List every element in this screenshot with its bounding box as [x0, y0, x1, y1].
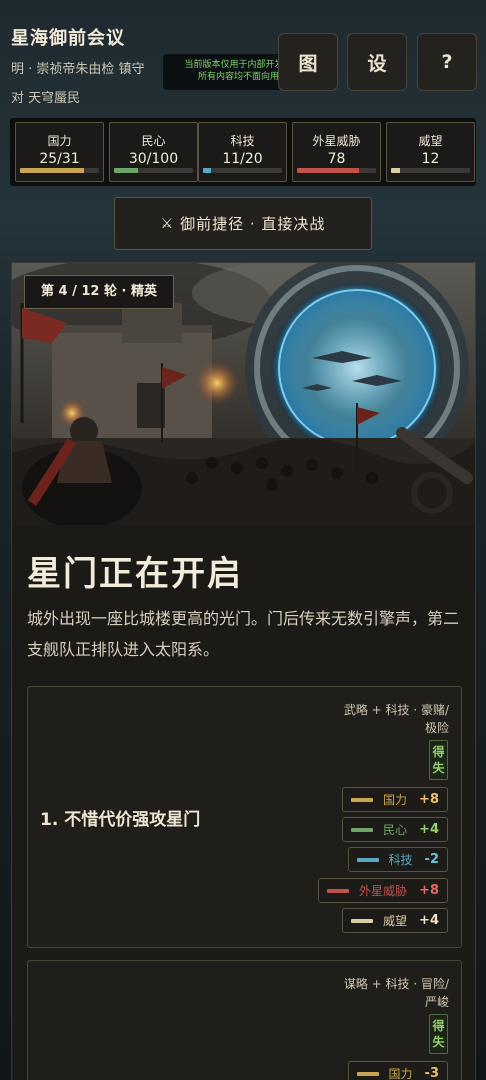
- effect-name: 科技: [388, 853, 413, 867]
- stat-label: 威望: [418, 134, 443, 148]
- event-card: 第 4 / 12 轮 · 精英 星门正在开启 城外出现一座比城楼更高的光门。门后…: [11, 262, 476, 1080]
- stat-fill: [20, 168, 84, 173]
- effect-swatch: [351, 827, 374, 832]
- option-tags: 谋略 + 科技 · 冒险/ 严峻: [319, 975, 449, 1011]
- stat-prestige: 威望 12: [386, 122, 475, 182]
- effect-delta: +8: [419, 883, 439, 898]
- direct-battle-label: 御前捷径 · 直接决战: [180, 215, 326, 233]
- map-button[interactable]: 图: [278, 33, 338, 91]
- risk-badge: 得失: [429, 1014, 448, 1054]
- stat-label: 科技: [230, 134, 255, 148]
- option-card-1[interactable]: 武略 + 科技 · 豪赌/ 极险 得失 1. 不惜代价强攻星门 国力 +8 民心…: [27, 686, 462, 948]
- stat-minxin: 民心 30/100: [109, 122, 198, 182]
- option-label: 1. 不惜代价强攻星门: [40, 810, 201, 830]
- effect-delta: -3: [424, 1066, 439, 1080]
- settings-button[interactable]: 设: [347, 33, 407, 91]
- stat-label: 国力: [47, 134, 72, 148]
- effect-delta: +4: [419, 822, 439, 837]
- event-title: 星门正在开启: [27, 554, 243, 594]
- stat-value: 12: [421, 151, 440, 167]
- direct-battle-button[interactable]: ⚔ 御前捷径 · 直接决战: [114, 197, 372, 250]
- effect-swatch: [351, 797, 374, 802]
- effect-chip-guoli: 国力 -3: [347, 1061, 448, 1080]
- stat-value: 30/100: [128, 151, 179, 167]
- stat-label: 外星威胁: [312, 134, 361, 148]
- stat-value: 25/31: [39, 151, 80, 167]
- effect-chip-guoli: 国力 +8: [342, 787, 448, 812]
- effect-chip-alien-threat: 外星威胁 +8: [318, 878, 448, 903]
- effect-delta: +4: [419, 913, 439, 928]
- option-tags-line2: 严峻: [424, 995, 449, 1009]
- stat-keji: 科技 11/20: [198, 122, 287, 182]
- event-illustration: 第 4 / 12 轮 · 精英: [12, 263, 475, 525]
- effect-delta: -2: [424, 852, 439, 867]
- stats-panel: 国力 25/31 民心 30/100 科技 11/20 外星威胁 78 威望 1…: [10, 118, 476, 186]
- enemy-subtitle: 对 天穹蜃民: [11, 91, 81, 106]
- stat-bar: [203, 168, 282, 173]
- round-badge: 第 4 / 12 轮 · 精英: [24, 275, 174, 309]
- stat-bar: [114, 168, 193, 173]
- stat-fill: [391, 168, 401, 173]
- option-tags-line1: 武略 + 科技 · 豪赌/: [343, 703, 449, 717]
- stat-fill: [203, 168, 211, 173]
- app-title: 星海御前会议: [11, 28, 125, 49]
- effect-delta: +8: [419, 792, 439, 807]
- effect-swatch: [327, 888, 350, 893]
- option-card-2[interactable]: 谋略 + 科技 · 冒险/ 严峻 得失 国力 -3: [27, 960, 462, 1080]
- effect-chip-keji: 科技 -2: [347, 847, 448, 872]
- stat-fill: [114, 168, 138, 173]
- risk-badge: 得失: [429, 740, 448, 780]
- effect-swatch: [356, 1071, 379, 1076]
- effect-name: 民心: [383, 823, 408, 837]
- stat-alien-threat: 外星威胁 78: [292, 122, 381, 182]
- header: 星海御前会议 明 · 崇祯帝朱由检 镇守 对 天穹蜃民 当前版本仅用于内部开发测…: [0, 0, 486, 115]
- crossed-swords-icon: ⚔: [160, 215, 175, 232]
- stat-bar: [297, 168, 376, 173]
- effect-swatch: [356, 857, 379, 862]
- stat-value: 11/20: [222, 151, 263, 167]
- effect-chip-prestige: 威望 +4: [342, 908, 448, 933]
- effect-name: 外星威胁: [359, 884, 408, 898]
- effect-name: 威望: [383, 914, 408, 928]
- stat-value: 78: [327, 151, 346, 167]
- stat-bar: [391, 168, 470, 173]
- stat-label: 民心: [141, 134, 166, 148]
- option-tags-line1: 谋略 + 科技 · 冒险/: [343, 977, 449, 991]
- stat-guoli: 国力 25/31: [15, 122, 104, 182]
- event-description: 城外出现一座比城楼更高的光门。门后传来无数引擎声，第二支舰队正排队进入太阳系。: [27, 609, 460, 659]
- effect-swatch: [351, 918, 374, 923]
- stat-fill: [297, 168, 359, 173]
- option-tags-line2: 极险: [424, 721, 449, 735]
- effect-name: 国力: [388, 1067, 413, 1080]
- help-button[interactable]: ?: [417, 33, 477, 91]
- effect-name: 国力: [383, 793, 408, 807]
- option-tags: 武略 + 科技 · 豪赌/ 极险: [319, 701, 449, 737]
- stat-bar: [20, 168, 99, 173]
- ruler-subtitle: 明 · 崇祯帝朱由检 镇守: [11, 62, 145, 77]
- effect-chip-minxin: 民心 +4: [342, 817, 448, 842]
